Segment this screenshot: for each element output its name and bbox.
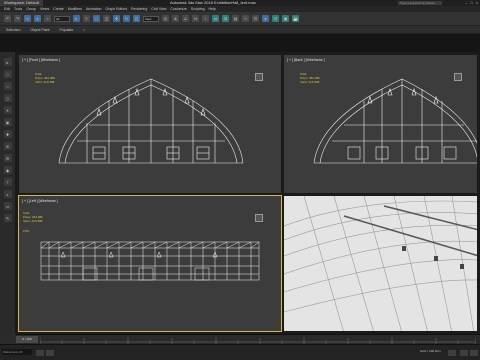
left-toolbar: ▸ □ ○ ▯ ☀ ◉ ✚ ≋ ⚙ ◆ ⊤ ◐ ▭ ✎	[0, 52, 16, 334]
menu-rendering[interactable]: Rendering	[131, 7, 147, 11]
menu-scripting[interactable]: Scripting	[191, 7, 205, 11]
box-tool-icon[interactable]: □	[3, 70, 12, 78]
light-tool-icon[interactable]: ☀	[3, 106, 12, 114]
align-icon[interactable]: ⊞	[222, 15, 229, 22]
reference-coord-dropdown[interactable]: View	[143, 15, 159, 22]
move-icon[interactable]: ✥	[113, 15, 120, 22]
zoom-extents-icon[interactable]	[460, 350, 468, 356]
display-tool-icon[interactable]: ▭	[3, 202, 12, 210]
spinner-snap-icon[interactable]: ↕	[202, 15, 209, 22]
menu-views[interactable]: Views	[40, 7, 49, 11]
menu-group[interactable]: Group	[26, 7, 36, 11]
menu-edit[interactable]: Edit	[4, 7, 10, 11]
maxscript-listener[interactable]: Welcome to M	[2, 349, 32, 355]
menu-graph-editors[interactable]: Graph Editors	[106, 7, 128, 11]
pivot-icon[interactable]: ◎	[162, 15, 169, 22]
menu-tools[interactable]: Tools	[14, 7, 22, 11]
motion-tool-icon[interactable]: ◐	[3, 190, 12, 198]
viewport-back[interactable]: [ + ] [Back ] [Wireframe ] Total Polys: …	[283, 54, 478, 194]
viewport-area: [ + ] [Front ] [Wireframe ] Total Polys:…	[16, 52, 480, 334]
select-tool-icon[interactable]: ▸	[3, 58, 12, 66]
timeline[interactable]: 0 / 100	[16, 334, 480, 344]
status-bar: Welcome to M Grid = 100,0cm	[0, 344, 480, 360]
cylinder-tool-icon[interactable]: ▯	[3, 94, 12, 102]
search-input[interactable]: Type a keyword or phrase	[398, 1, 442, 5]
viewport-camera[interactable]	[283, 195, 478, 332]
layer-icon[interactable]: ▤	[232, 15, 239, 22]
helper-tool-icon[interactable]: ✚	[3, 130, 12, 138]
menu-customize[interactable]: Customize	[170, 7, 187, 11]
select-object-icon[interactable]: ▸	[73, 15, 80, 22]
ribbon-tab-object-paint[interactable]: Object Paint	[30, 28, 49, 32]
ribbon-expand-icon[interactable]: ▾	[83, 28, 85, 32]
system-tool-icon[interactable]: ⚙	[3, 154, 12, 162]
tent-front-wireframe	[58, 78, 244, 164]
mirror-icon[interactable]: ⇋	[212, 15, 219, 22]
material-editor-icon[interactable]: ●	[262, 15, 269, 22]
ribbon-tabs: Selection Object Paint Populate ▾	[0, 26, 480, 34]
unlink-icon[interactable]: ≠	[34, 15, 41, 22]
select-by-name-icon[interactable]: ≡	[83, 15, 90, 22]
undo-icon[interactable]: ↶	[4, 15, 11, 22]
redo-icon[interactable]: ↷	[14, 15, 21, 22]
viewport-front[interactable]: [ + ] [Front ] [Wireframe ] Total Polys:…	[18, 54, 282, 194]
scale-icon[interactable]: ◰	[133, 15, 140, 22]
angle-snap-icon[interactable]: ∠	[182, 15, 189, 22]
link-icon[interactable]: ∞	[24, 15, 31, 22]
tent-back-wireframe	[313, 78, 477, 164]
rect-select-icon[interactable]: □	[93, 15, 100, 22]
menu-civil-view[interactable]: Civil View	[151, 7, 166, 11]
time-slider[interactable]: 0 / 100	[16, 336, 38, 343]
render-frame-icon[interactable]: ▣	[282, 15, 289, 22]
selection-filter-dropdown[interactable]: All	[54, 15, 70, 22]
render-setup-icon[interactable]: ⚙	[272, 15, 279, 22]
main-toolbar: ↶ ↷ ∞ ≠ ≈ All ▸ ≡ □ ◫ ✥ ↻ ◰ View ◎ ∡ ∠ %…	[0, 12, 480, 26]
tent-side-wireframe	[40, 241, 260, 281]
spacewarp-tool-icon[interactable]: ≋	[3, 142, 12, 150]
sphere-tool-icon[interactable]: ○	[3, 82, 12, 90]
tent-interior-render	[284, 196, 477, 331]
snap-icon[interactable]: ∡	[172, 15, 179, 22]
hierarchy-tool-icon[interactable]: ⊤	[3, 178, 12, 186]
lock-selection-icon[interactable]	[36, 350, 44, 356]
menu-create[interactable]: Create	[53, 7, 64, 11]
play-icon[interactable]	[448, 350, 456, 356]
viewport-left[interactable]: [ + ] [Left ] [Wireframe ] Total Polys: …	[18, 195, 282, 332]
ribbon-tab-selection[interactable]: Selection	[6, 28, 20, 32]
modify-tool-icon[interactable]: ◆	[3, 166, 12, 174]
ribbon-panel	[0, 34, 480, 52]
timeline-ticks	[40, 338, 476, 344]
bind-icon[interactable]: ≈	[44, 15, 51, 22]
menu-help[interactable]: Help	[209, 7, 216, 11]
rotate-icon[interactable]: ↻	[123, 15, 130, 22]
menu-animation[interactable]: Animation	[86, 7, 102, 11]
maximize-viewport-icon[interactable]	[470, 350, 478, 356]
ribbon-tab-populate[interactable]: Populate	[59, 28, 73, 32]
schematic-icon[interactable]: ⊡	[252, 15, 259, 22]
grid-readout: Grid = 100,0cm	[420, 349, 441, 353]
camera-tool-icon[interactable]: ◉	[3, 118, 12, 126]
curve-editor-icon[interactable]: ∿	[242, 15, 249, 22]
utilities-tool-icon[interactable]: ✎	[3, 214, 12, 222]
window-crossing-icon[interactable]: ◫	[103, 15, 110, 22]
percent-snap-icon[interactable]: %	[192, 15, 199, 22]
menu-modifiers[interactable]: Modifiers	[68, 7, 82, 11]
absolute-mode-icon[interactable]	[46, 350, 54, 356]
render-icon[interactable]: ☕	[292, 15, 299, 22]
